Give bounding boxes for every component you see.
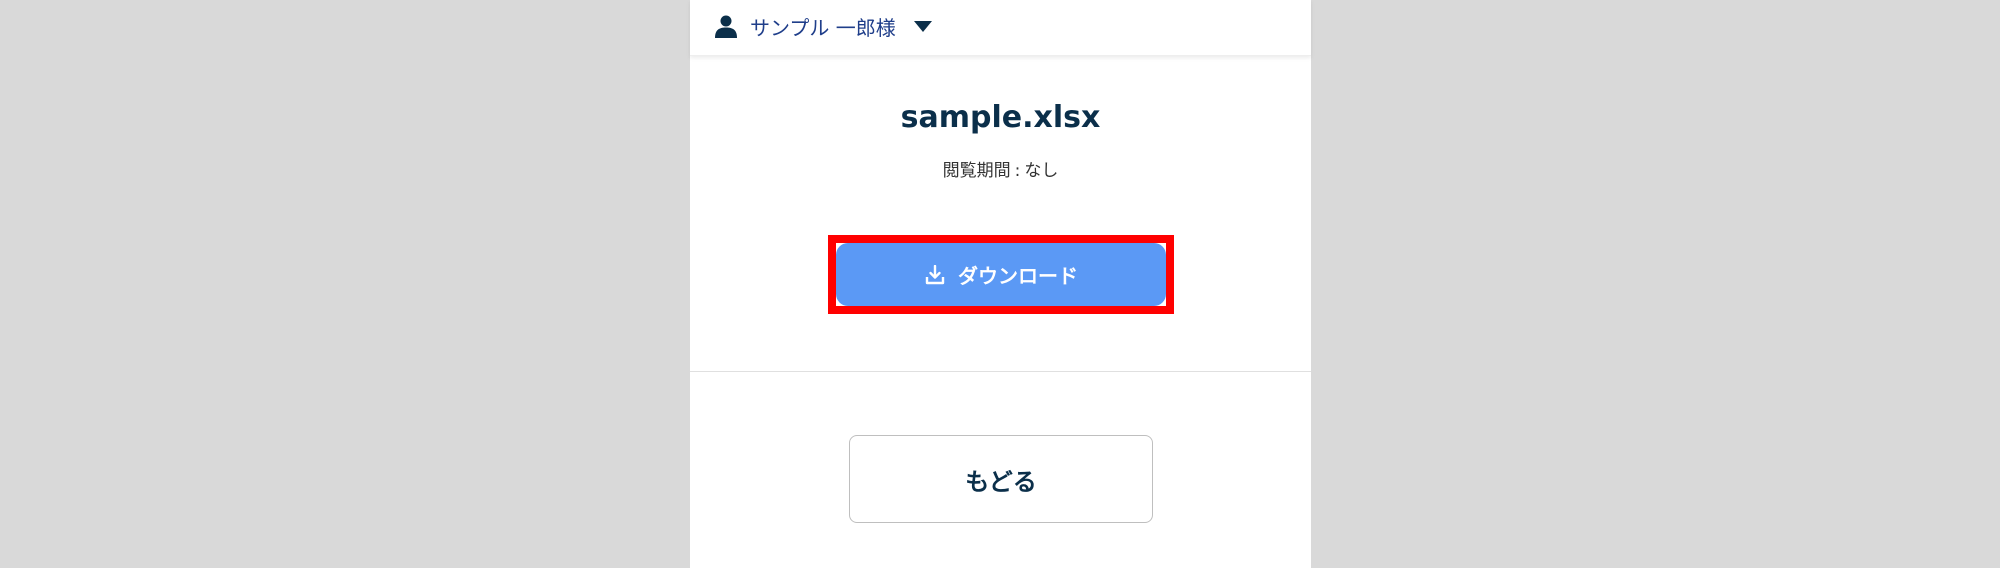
download-button[interactable]: ダウンロード — [836, 243, 1166, 306]
viewing-period: 閲覧期間: なし — [690, 156, 1311, 181]
section-divider — [690, 371, 1311, 372]
back-button[interactable]: もどる — [849, 435, 1153, 523]
viewing-period-label: 閲覧期間 — [942, 161, 1011, 181]
caret-down-icon[interactable] — [913, 20, 932, 32]
back-button-label: もどる — [965, 467, 1037, 496]
content-panel: サンプル 一郎様 sample.xlsx 閲覧期間: なし ダウンロード もどる — [690, 0, 1311, 568]
viewing-period-value: なし — [1024, 161, 1059, 181]
user-name: サンプル 一郎様 — [750, 15, 896, 40]
user-menu[interactable]: サンプル 一郎様 — [712, 12, 932, 40]
viewing-period-separator: : — [1014, 161, 1021, 181]
user-icon — [712, 12, 740, 40]
header-bar: サンプル 一郎様 — [690, 0, 1311, 56]
download-button-label: ダウンロード — [958, 264, 1078, 288]
download-icon — [924, 264, 946, 286]
file-name: sample.xlsx — [900, 100, 1101, 135]
